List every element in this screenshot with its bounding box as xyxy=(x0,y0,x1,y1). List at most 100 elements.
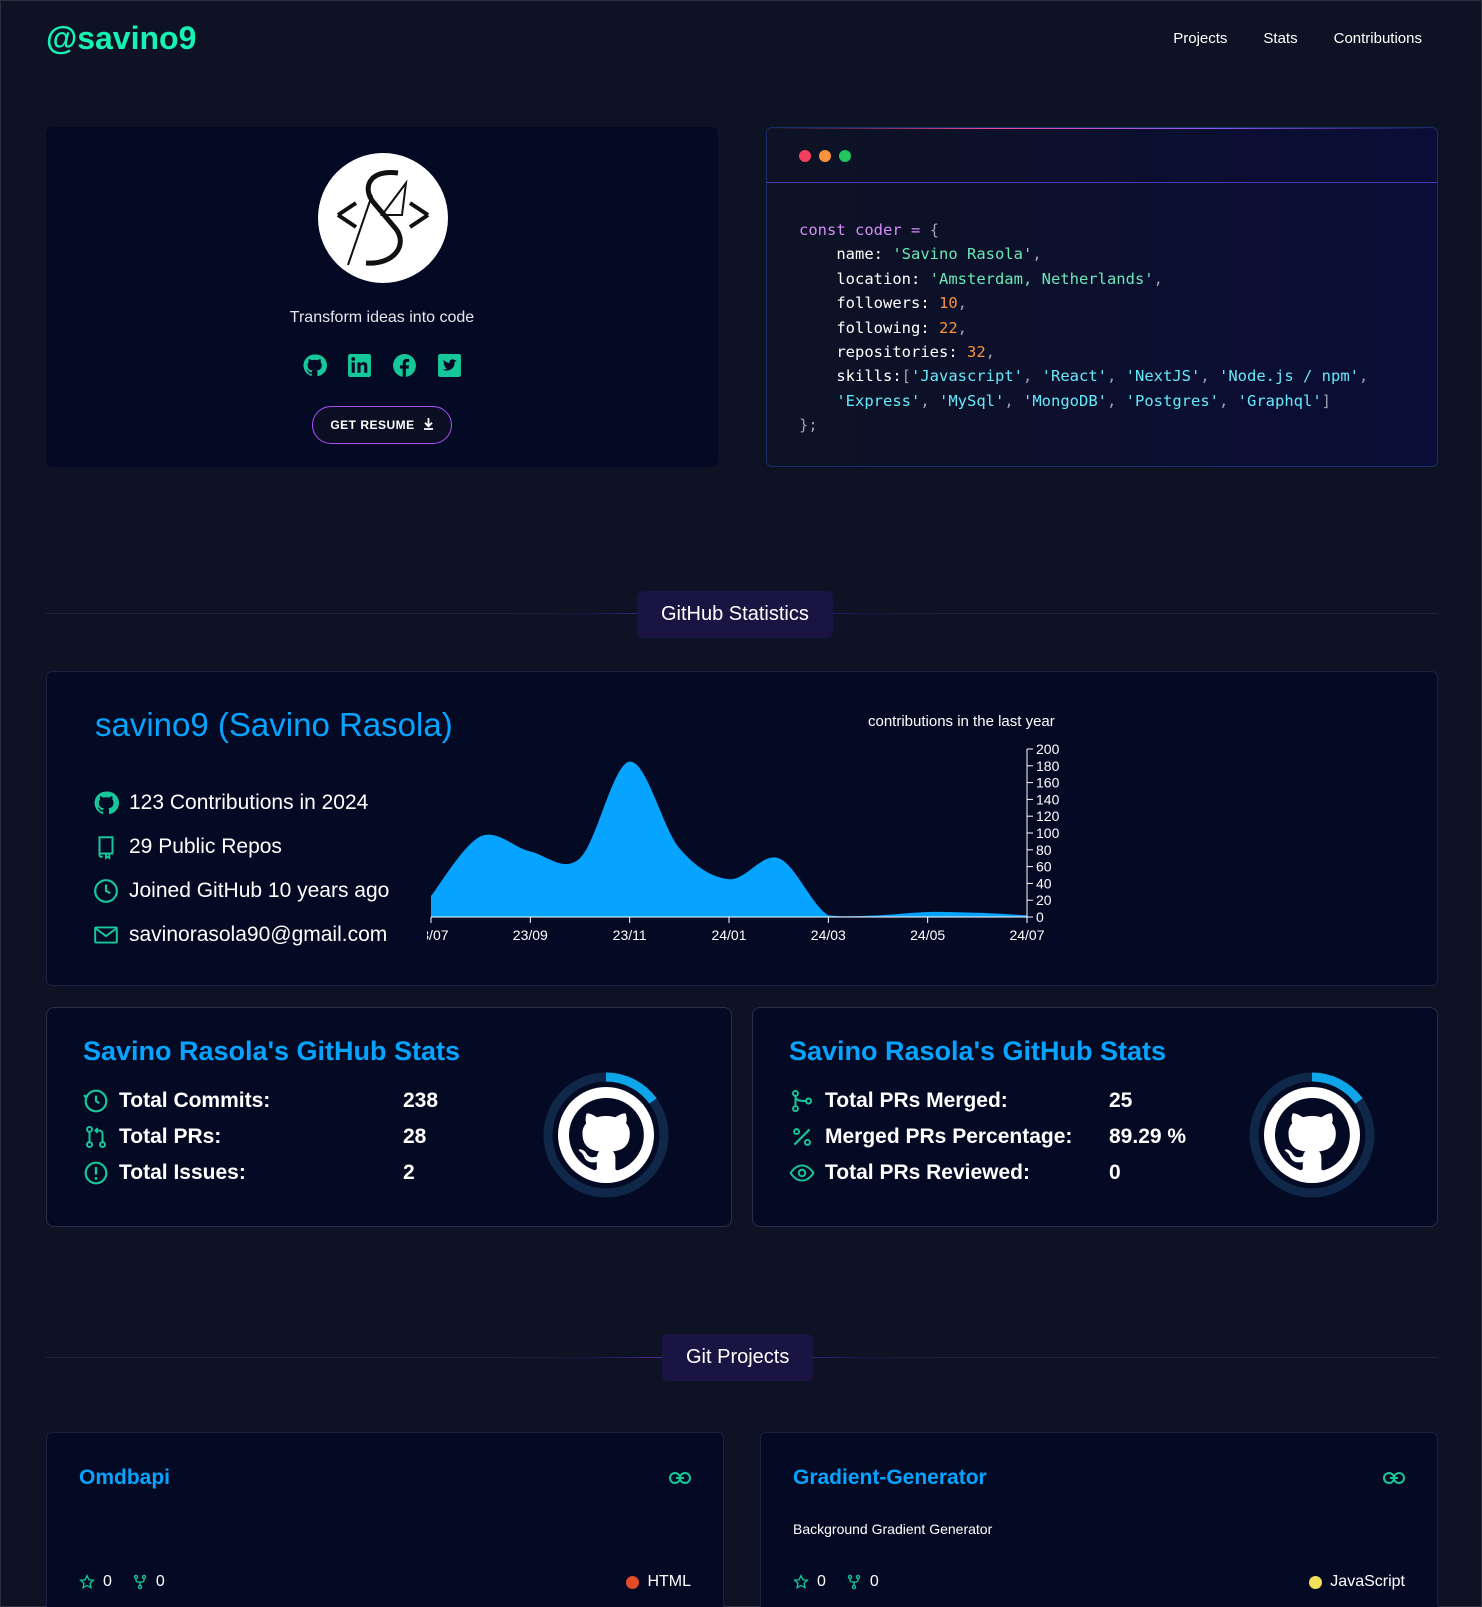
contributions-text: 123 Contributions in 2024 xyxy=(129,791,369,814)
project-card[interactable]: Omdbapi 0 0 HTML xyxy=(46,1432,724,1607)
language-label: HTML xyxy=(647,1573,691,1590)
repo-icon xyxy=(93,834,119,860)
list-item: 29 Public Repos xyxy=(93,825,389,869)
stats-row: Merged PRs Percentage: 89.29 % xyxy=(789,1124,1186,1150)
facebook-icon[interactable] xyxy=(392,353,417,378)
y-tick-label: 200 xyxy=(1036,741,1060,757)
merge-icon xyxy=(789,1088,815,1114)
stats-label: Merged PRs Percentage: xyxy=(825,1125,1073,1148)
project-meta: 0 0 xyxy=(79,1573,165,1591)
code-card-accent xyxy=(767,128,1437,129)
x-tick-label: 24/07 xyxy=(1009,927,1044,943)
tagline: Transform ideas into code xyxy=(289,309,475,326)
clock-icon xyxy=(93,878,119,904)
mail-icon xyxy=(93,922,119,948)
stats-value: 238 xyxy=(403,1089,439,1112)
forks: 0 xyxy=(846,1573,879,1591)
fork-count: 0 xyxy=(155,1573,165,1590)
nav-link-stats[interactable]: Stats xyxy=(1263,30,1297,47)
dot-green xyxy=(839,150,851,162)
window-dots xyxy=(799,150,851,162)
y-tick-label: 100 xyxy=(1036,825,1060,841)
project-language: JavaScript xyxy=(1309,1573,1405,1591)
language-dot xyxy=(1309,1575,1323,1589)
avatar xyxy=(318,153,448,283)
list-item: Joined GitHub 10 years ago xyxy=(93,869,389,913)
download-icon xyxy=(423,417,434,433)
fork-icon xyxy=(847,1574,861,1590)
dot-red xyxy=(799,150,811,162)
github-icon[interactable] xyxy=(302,353,327,378)
top-nav: Projects Stats Contributions xyxy=(1173,30,1422,47)
language-dot xyxy=(626,1575,640,1589)
stats-title: Savino Rasola's GitHub Stats xyxy=(83,1036,461,1066)
twitter-icon[interactable] xyxy=(437,353,462,378)
project-title[interactable]: Omdbapi xyxy=(79,1466,170,1490)
y-tick-label: 140 xyxy=(1036,791,1060,807)
contributions-chart: 23/07 23/09 23/11 24/01 24/03 24/05 24/07 02040… xyxy=(427,741,1060,943)
language-label: JavaScript xyxy=(1330,1573,1405,1590)
project-title[interactable]: Gradient-Generator xyxy=(793,1466,987,1490)
stats-label: Total PRs: xyxy=(119,1125,222,1148)
github-summary-card: savino9 (Savino Rasola) 123 Contribution… xyxy=(46,671,1438,986)
code-separator xyxy=(767,182,1437,183)
project-meta: 0 0 xyxy=(793,1573,879,1591)
dot-orange xyxy=(819,150,831,162)
email-text[interactable]: savinorasola90@gmail.com xyxy=(129,923,387,947)
list-item: savinorasola90@gmail.com xyxy=(93,913,389,957)
y-tick-label: 160 xyxy=(1036,775,1060,791)
joined-text: Joined GitHub 10 years ago xyxy=(129,879,390,902)
stats-value: 0 xyxy=(1109,1161,1121,1184)
github-name[interactable]: savino9 (Savino Rasola) xyxy=(95,706,453,744)
section-title-stats: GitHub Statistics xyxy=(637,591,833,638)
pull-request-icon xyxy=(83,1124,109,1150)
stats-card-right: Savino Rasola's GitHub Stats Total PRs M… xyxy=(752,1007,1438,1227)
x-tick-label: 24/05 xyxy=(910,927,945,943)
y-tick-label: 180 xyxy=(1036,758,1060,774)
site-logo[interactable]: @savino9 xyxy=(46,20,196,57)
y-tick-label: 80 xyxy=(1036,842,1052,858)
stats-label: Total Commits: xyxy=(119,1089,271,1112)
project-card[interactable]: Gradient-Generator Background Gradient G… xyxy=(760,1432,1438,1607)
social-links xyxy=(46,353,718,378)
stats-label: Total Issues: xyxy=(119,1161,246,1184)
nav-link-contributions[interactable]: Contributions xyxy=(1334,30,1422,47)
fork-count: 0 xyxy=(869,1573,879,1590)
issue-icon xyxy=(83,1160,109,1186)
stats-row: Total Issues: 2 xyxy=(83,1160,415,1186)
section-title-projects: Git Projects xyxy=(662,1334,814,1381)
stats-row: Total Commits: 238 xyxy=(83,1088,438,1114)
get-resume-button[interactable]: GET RESUME xyxy=(312,406,452,444)
github-ring-icon xyxy=(543,1072,669,1198)
github-info-list: 123 Contributions in 2024 29 Public Repo… xyxy=(93,781,389,957)
linkedin-icon[interactable] xyxy=(347,353,372,378)
fork-icon xyxy=(133,1574,147,1590)
resume-label: GET RESUME xyxy=(330,418,415,432)
x-tick-label: 23/07 xyxy=(427,927,449,943)
stats-row: Total PRs Merged: 25 xyxy=(789,1088,1132,1114)
stats-label: Total PRs Merged: xyxy=(825,1089,1008,1112)
repos-text: 29 Public Repos xyxy=(129,835,282,858)
eye-icon xyxy=(789,1160,815,1186)
x-tick-label: 23/09 xyxy=(513,927,548,943)
nav-link-projects[interactable]: Projects xyxy=(1173,30,1227,47)
code-card: const coder = { name: 'Savino Rasola', l… xyxy=(766,127,1438,467)
chart-area-series xyxy=(431,761,1027,917)
link-icon[interactable] xyxy=(1383,1471,1405,1485)
project-description: Background Gradient Generator xyxy=(793,1521,993,1537)
y-tick-label: 0 xyxy=(1036,909,1044,925)
stats-value: 2 xyxy=(403,1161,415,1184)
x-tick-label: 24/01 xyxy=(711,927,746,943)
link-icon[interactable] xyxy=(669,1471,691,1485)
y-tick-label: 120 xyxy=(1036,808,1060,824)
profile-card: Transform ideas into code GET RESUME xyxy=(46,127,718,467)
star-count: 0 xyxy=(103,1573,112,1590)
stats-row: Total PRs Reviewed: 0 xyxy=(789,1160,1121,1186)
stats-value: 28 xyxy=(403,1125,427,1148)
stars: 0 xyxy=(793,1573,826,1591)
star-icon xyxy=(793,1574,809,1589)
y-tick-label: 40 xyxy=(1036,875,1052,891)
forks: 0 xyxy=(132,1573,165,1591)
x-tick-label: 23/11 xyxy=(613,927,647,943)
stats-title: Savino Rasola's GitHub Stats xyxy=(789,1036,1167,1066)
